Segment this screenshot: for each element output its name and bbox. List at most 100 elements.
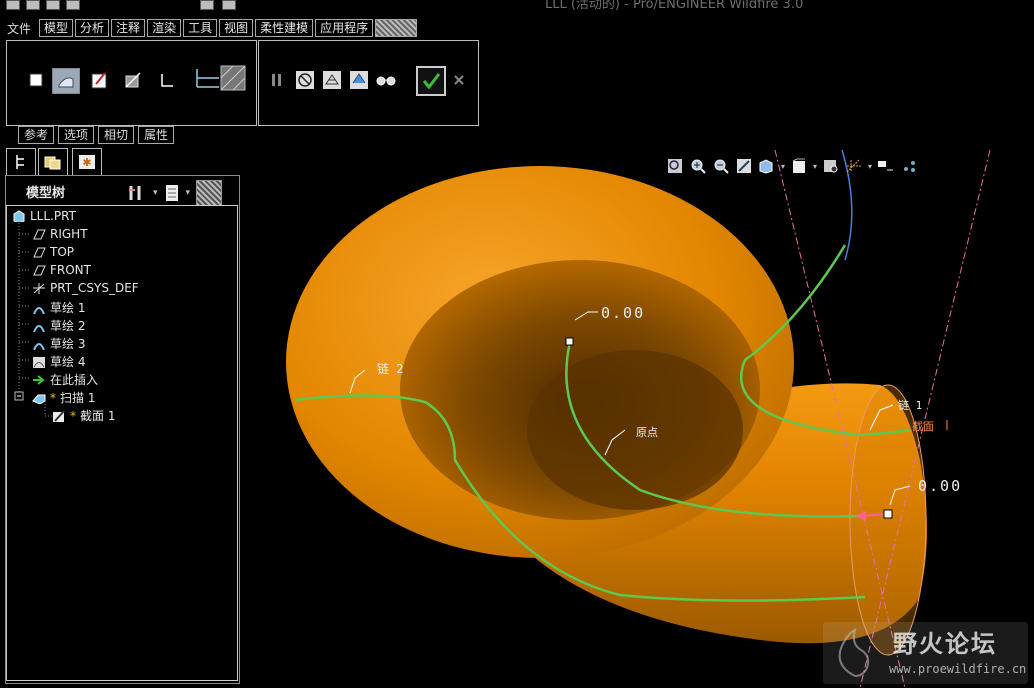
datum-plane-icon — [33, 247, 46, 258]
insert-here-icon — [33, 374, 45, 385]
tree-node-label: TOP — [50, 245, 75, 259]
graphics-toolbar: ▾ ▾ ▾ — [666, 157, 918, 175]
flame-logo-icon — [838, 628, 870, 678]
menu-render[interactable]: 渲染 — [147, 19, 182, 37]
dimension-value[interactable]: 0.00 — [601, 304, 645, 322]
new-icon[interactable] — [6, 0, 20, 10]
menu-file[interactable]: 文件 — [4, 20, 34, 37]
datum-plane-icon — [33, 229, 46, 240]
tree-settings-icon[interactable] — [127, 184, 147, 202]
menu-model[interactable]: 模型 — [39, 19, 74, 37]
drag-handle[interactable] — [883, 509, 893, 519]
tree-node-part[interactable]: LLL.PRT — [12, 209, 76, 223]
tree-node-sketch1[interactable]: 草绘 1 — [32, 299, 85, 316]
surface-icon[interactable] — [52, 68, 80, 94]
saved-views-icon[interactable] — [790, 157, 808, 175]
tree-node-csys[interactable]: PRT_CSYS_DEF — [32, 281, 139, 295]
cancel-x-icon[interactable] — [449, 70, 469, 90]
dropdown-arrow-icon[interactable]: ▾ — [868, 162, 872, 171]
verify-icon[interactable] — [349, 70, 369, 90]
display-style-icon[interactable] — [758, 157, 776, 175]
annotation-display-icon[interactable] — [877, 157, 895, 175]
refit-icon[interactable] — [666, 157, 684, 175]
new-marker: * — [70, 408, 76, 423]
close-window-icon[interactable] — [222, 0, 236, 10]
menu-analysis[interactable]: 分析 — [75, 19, 110, 37]
menu-tools[interactable]: 工具 — [183, 19, 218, 37]
drag-handle[interactable] — [565, 337, 574, 346]
zoom-in-icon[interactable] — [689, 157, 707, 175]
dropdown-arrow-icon[interactable]: ▾ — [153, 188, 158, 198]
tree-node-front[interactable]: FRONT — [32, 263, 91, 277]
tree-node-insert-here[interactable]: 在此插入 — [32, 371, 98, 388]
geometry-preview-icon[interactable] — [322, 70, 342, 90]
menu-applications[interactable]: 应用程序 — [315, 19, 374, 37]
sketch-feature-icon — [33, 324, 45, 332]
sketch-feature-icon — [33, 306, 45, 314]
graphics-window[interactable] — [240, 140, 1034, 688]
tree-node-sweep[interactable]: * 扫描 1 — [32, 389, 95, 406]
tree-node-top[interactable]: TOP — [32, 245, 74, 259]
tree-node-sketch2[interactable]: 草绘 2 — [32, 317, 85, 334]
dropdown-arrow-icon[interactable]: ▾ — [813, 162, 817, 171]
tree-node-label: 扫描 1 — [60, 391, 96, 405]
csys-icon — [33, 283, 45, 294]
spin-center-icon[interactable] — [900, 157, 918, 175]
tree-node-sketch3[interactable]: 草绘 3 — [32, 335, 85, 352]
tab-references[interactable]: 参考 — [18, 126, 55, 144]
open-icon[interactable] — [26, 0, 40, 10]
watermark-url: www.proewildfire.cn — [889, 662, 1027, 676]
remove-material-icon[interactable] — [123, 70, 143, 90]
star-icon: ✱ — [79, 155, 95, 169]
dashboard-tabs: 参考 选项 相切 属性 — [18, 126, 175, 144]
dropdown-arrow-icon[interactable]: ▾ — [186, 188, 191, 198]
dropdown-arrow-icon[interactable]: ▾ — [781, 162, 785, 171]
watermark-title: 野火论坛 — [893, 630, 997, 658]
sketch-icon[interactable] — [90, 70, 110, 90]
section-label: 截面 — [912, 420, 934, 433]
svg-text:✱: ✱ — [82, 156, 91, 169]
menu-view[interactable]: 视图 — [219, 19, 254, 37]
menu-flexible-modeling[interactable]: 柔性建模 — [255, 19, 314, 37]
tab-folder-browser[interactable] — [38, 148, 68, 176]
tree-node-label: RIGHT — [50, 227, 88, 241]
tree-node-right[interactable]: RIGHT — [32, 227, 88, 241]
view-manager-icon[interactable] — [822, 157, 840, 175]
sketch-feature-icon — [33, 342, 45, 350]
tab-properties[interactable]: 属性 — [138, 126, 175, 144]
save-icon[interactable] — [46, 0, 60, 10]
model-tree: LLL.PRT RIGHT TOP FRONT PRT_CSYS_DEF 草绘 … — [6, 205, 238, 681]
pause-icon[interactable] — [267, 70, 287, 90]
watermark: 野火论坛 www.proewildfire.cn — [823, 622, 1028, 684]
solid-icon[interactable] — [26, 70, 46, 90]
no-preview-icon[interactable] — [295, 70, 315, 90]
section-trajectory-icon[interactable] — [195, 65, 247, 91]
thin-icon[interactable] — [157, 70, 177, 90]
tree-node-label: FRONT — [50, 263, 91, 277]
show-icon[interactable] — [164, 184, 180, 202]
datum-display-icon[interactable] — [845, 157, 863, 175]
chain-2-label: 链 2 — [377, 362, 404, 376]
tree-node-section[interactable]: * 截面 1 — [52, 407, 115, 424]
zoom-out-icon[interactable] — [712, 157, 730, 175]
tree-node-sketch4[interactable]: 草绘 4 — [32, 353, 85, 370]
print-icon[interactable] — [66, 0, 80, 10]
title-bar: LLL (活动的) - Pro/ENGINEER Wildfire 3.0 — [0, 0, 1034, 18]
tree-node-label: 草绘 2 — [50, 319, 86, 333]
tree-node-label: 截面 1 — [80, 409, 116, 423]
repaint-icon[interactable] — [735, 157, 753, 175]
tab-favorites[interactable]: ✱ — [72, 148, 102, 176]
menu-annotate[interactable]: 注释 — [111, 19, 146, 37]
tab-tangency[interactable]: 相切 — [98, 126, 135, 144]
datum-plane-icon — [33, 265, 46, 276]
confirm-check-icon[interactable] — [416, 66, 446, 96]
tab-options[interactable]: 选项 — [58, 126, 95, 144]
panel-overflow-icon[interactable] — [196, 180, 223, 206]
menu-overflow[interactable] — [375, 19, 418, 37]
window-icon[interactable] — [200, 0, 214, 10]
dimension-value[interactable]: 0.00 — [918, 477, 962, 495]
tree-node-label: 草绘 1 — [50, 301, 86, 315]
tab-model-tree[interactable] — [6, 148, 36, 176]
glasses-icon[interactable] — [376, 70, 396, 90]
sweep-dashboard-controls — [258, 40, 479, 126]
